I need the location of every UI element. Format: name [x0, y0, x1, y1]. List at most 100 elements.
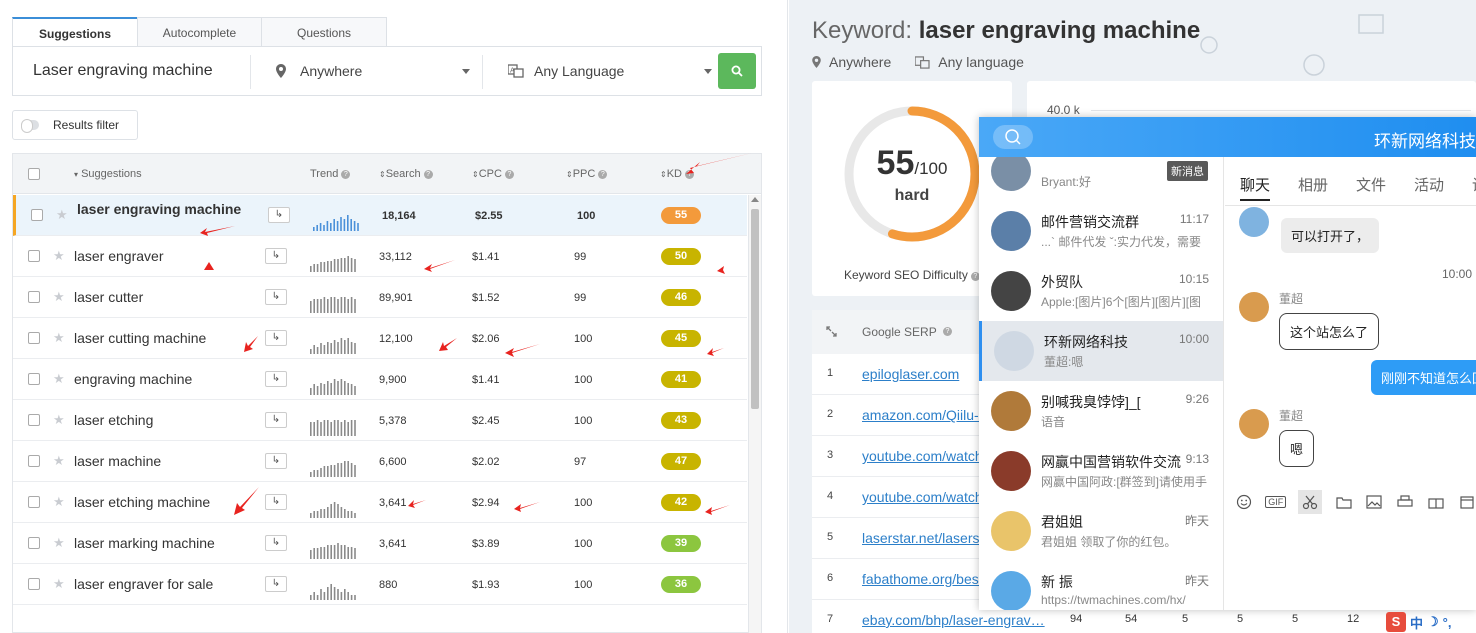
scissors-icon[interactable]: [1297, 490, 1323, 514]
use-keyword-button[interactable]: ↳: [265, 248, 287, 264]
use-keyword-button[interactable]: ↳: [265, 412, 287, 428]
row-checkbox[interactable]: [28, 578, 40, 590]
new-message-tag[interactable]: 新消息: [1167, 161, 1208, 181]
help-icon[interactable]: ?: [423, 170, 433, 179]
keyword-text[interactable]: laser etching machine: [74, 494, 249, 510]
star-icon[interactable]: ★: [53, 576, 65, 592]
row-checkbox[interactable]: [28, 455, 40, 467]
scroll-up-icon[interactable]: [751, 197, 759, 202]
keyword-text[interactable]: laser machine: [74, 453, 249, 469]
row-checkbox[interactable]: [28, 496, 40, 508]
keyword-text[interactable]: laser engraving machine: [77, 201, 252, 218]
row-checkbox[interactable]: [28, 291, 40, 303]
keyword-text[interactable]: laser cutter: [74, 289, 249, 305]
row-checkbox[interactable]: [28, 537, 40, 549]
use-keyword-button[interactable]: ↳: [265, 576, 287, 592]
help-icon[interactable]: ?: [598, 170, 608, 179]
emoji-icon[interactable]: [1235, 492, 1254, 512]
use-keyword-button[interactable]: ↳: [265, 453, 287, 469]
col-ppc[interactable]: ⇕PPC?: [566, 168, 608, 180]
chat-search[interactable]: [993, 125, 1033, 149]
star-icon[interactable]: ★: [56, 207, 68, 223]
chat-tab-chat[interactable]: 聊天: [1240, 174, 1271, 201]
image-icon[interactable]: [1365, 492, 1384, 512]
chat-tab-activity[interactable]: 活动: [1414, 174, 1444, 195]
row-checkbox[interactable]: [31, 209, 43, 221]
use-keyword-button[interactable]: ↳: [265, 494, 287, 510]
star-icon[interactable]: ★: [53, 248, 65, 264]
tab-questions[interactable]: Questions: [261, 17, 387, 47]
help-icon[interactable]: ?: [341, 170, 351, 179]
table-row[interactable]: ★ laser marking machine ↳ 3,641 $3.89 100 39: [13, 523, 747, 564]
filter-toggle[interactable]: [21, 119, 39, 133]
chat-tab-files[interactable]: 文件: [1356, 174, 1386, 195]
folder-icon[interactable]: [1334, 492, 1353, 512]
keyword-text[interactable]: laser marking machine: [74, 535, 249, 551]
serp-link[interactable]: ebay.com/bhp/laser-engrav…: [862, 612, 1047, 628]
conversation-item[interactable]: 网赢中国营销软件交流 9:13 网赢中国阿政:[群签到]请使用手: [979, 441, 1223, 501]
table-row[interactable]: ★ laser etching machine ↳ 3,641 $2.94 100 42: [13, 482, 747, 523]
conversation-item[interactable]: 环新网络科技 10:00 董超:嗯: [979, 321, 1223, 381]
conversation-item[interactable]: 君姐姐 昨天 君姐姐 领取了你的红包。: [979, 501, 1223, 561]
table-row[interactable]: ★ laser engraver ↳ 33,112 $1.41 99 50: [13, 236, 747, 277]
keyword-input[interactable]: [13, 47, 250, 95]
star-icon[interactable]: ★: [53, 412, 65, 428]
use-keyword-button[interactable]: ↳: [265, 330, 287, 346]
star-icon[interactable]: ★: [53, 330, 65, 346]
col-search[interactable]: ⇕Search?: [379, 168, 433, 180]
expand-icon[interactable]: [826, 326, 837, 337]
location-select[interactable]: Anywhere: [262, 47, 482, 95]
chat-tab-settings[interactable]: 设: [1472, 174, 1476, 195]
keyword-text[interactable]: laser cutting machine: [74, 330, 249, 346]
ime-tray[interactable]: S 中 ☽ °,: [1386, 611, 1451, 633]
table-row[interactable]: ★ engraving machine ↳ 9,900 $1.41 100 41: [13, 359, 747, 400]
table-row[interactable]: ★ laser etching ↳ 5,378 $2.45 100 43: [13, 400, 747, 441]
star-icon[interactable]: ★: [53, 453, 65, 469]
search-button[interactable]: [718, 53, 756, 89]
keyword-text[interactable]: laser etching: [74, 412, 249, 428]
use-keyword-button[interactable]: ↳: [265, 371, 287, 387]
language-select[interactable]: A Any Language: [494, 47, 724, 95]
col-suggestions[interactable]: ▾ Suggestions: [74, 168, 142, 180]
gif-icon[interactable]: GIF: [1265, 492, 1287, 512]
results-filter-button[interactable]: Results filter: [12, 110, 138, 140]
tab-autocomplete[interactable]: Autocomplete: [137, 17, 262, 47]
conversation-item[interactable]: 新 振 昨天 https://twmachines.com/hx/: [979, 561, 1223, 610]
select-all-checkbox[interactable]: [28, 168, 40, 180]
keyword-text[interactable]: laser engraver: [74, 248, 249, 264]
calendar-icon[interactable]: [1457, 492, 1476, 512]
row-checkbox[interactable]: [28, 250, 40, 262]
table-row[interactable]: ★ laser cutter ↳ 89,901 $1.52 99 46: [13, 277, 747, 318]
scrollbar-thumb[interactable]: [751, 209, 759, 409]
star-icon[interactable]: ★: [53, 535, 65, 551]
col-cpc[interactable]: ⇕CPC?: [472, 168, 514, 180]
conversation-item[interactable]: 别喊我臭饽饽]_[9:26 语音: [979, 381, 1223, 441]
star-icon[interactable]: ★: [53, 371, 65, 387]
help-icon[interactable]: ?: [504, 170, 514, 179]
row-checkbox[interactable]: [28, 373, 40, 385]
gift-icon[interactable]: [1426, 492, 1445, 512]
keyword-text[interactable]: engraving machine: [74, 371, 249, 387]
use-keyword-button[interactable]: ↳: [265, 289, 287, 305]
star-icon[interactable]: ★: [53, 494, 65, 510]
keyword-text[interactable]: laser engraver for sale: [74, 576, 249, 592]
table-row[interactable]: ★ laser engraving machine ↳ 18,164 $2.55 100 5…: [13, 195, 747, 236]
conversation-item[interactable]: 外贸队 10:15 Apple:[图片]6个[图片][图片][图: [979, 261, 1223, 321]
help-icon[interactable]: ?: [943, 327, 952, 336]
table-row[interactable]: ★ laser machine ↳ 6,600 $2.02 97 47: [13, 441, 747, 482]
col-trend[interactable]: Trend?: [310, 168, 351, 180]
conversation-item[interactable]: 邮件营销交流群 11:17 ...` 邮件代发 ˇ:实力代发，需要: [979, 201, 1223, 261]
table-row[interactable]: ★ laser cutting machine ↳ 12,100 $2.06 100 45: [13, 318, 747, 359]
use-keyword-button[interactable]: ↳: [265, 535, 287, 551]
col-kd[interactable]: ⇕KD?: [660, 168, 694, 180]
use-keyword-button[interactable]: ↳: [268, 207, 290, 223]
row-checkbox[interactable]: [28, 414, 40, 426]
scrollbar[interactable]: [748, 195, 761, 633]
row-checkbox[interactable]: [28, 332, 40, 344]
tab-suggestions[interactable]: Suggestions: [12, 17, 138, 47]
table-row[interactable]: ★ laser engraver for sale ↳ 880 $1.93 100 36: [13, 564, 747, 605]
star-icon[interactable]: ★: [53, 289, 65, 305]
help-icon[interactable]: ?: [684, 170, 694, 179]
printer-icon[interactable]: [1396, 492, 1415, 512]
chat-tab-album[interactable]: 相册: [1298, 174, 1328, 195]
